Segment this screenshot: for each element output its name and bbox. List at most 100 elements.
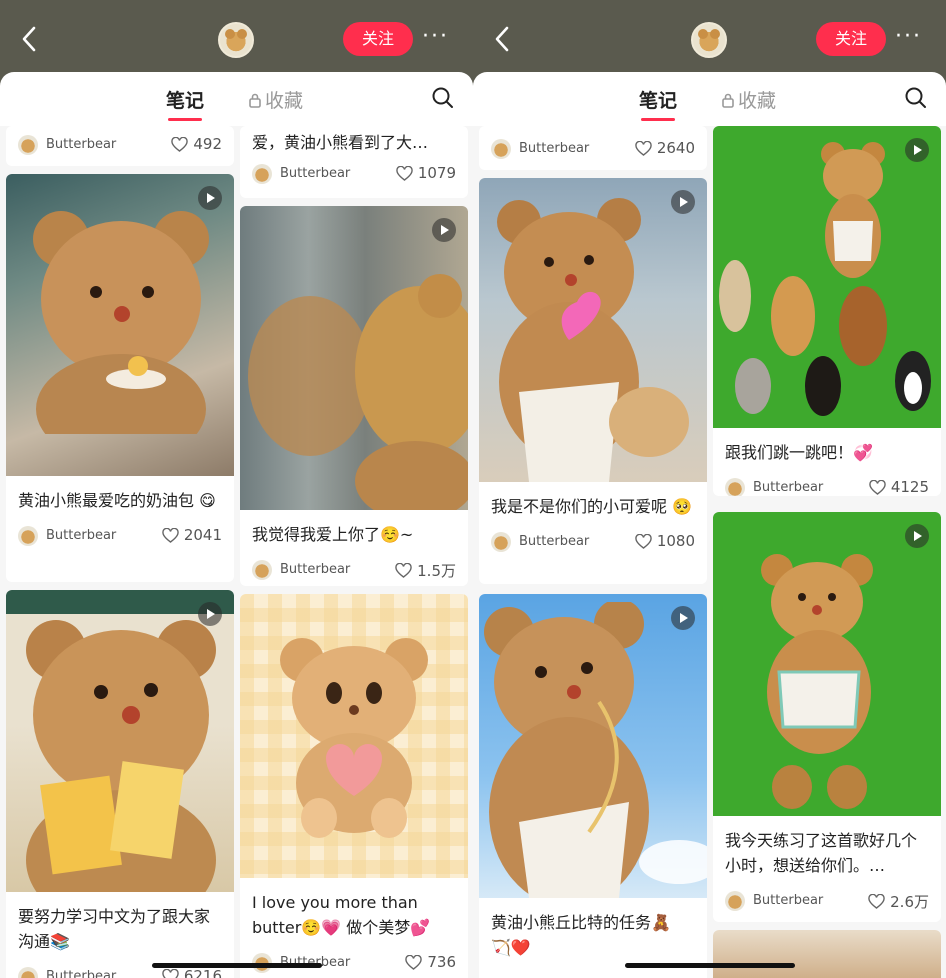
note-title: 我觉得我爱上你了☺️~	[252, 525, 414, 544]
like-button[interactable]: 1079	[396, 164, 456, 182]
author-name: Butterbear	[753, 480, 824, 495]
author-avatar	[18, 967, 38, 978]
note-title: I love you more than butter☺️💗 做个美梦💕	[252, 893, 431, 937]
bear-mascot-image	[280, 638, 428, 838]
profile-avatar[interactable]	[691, 22, 727, 58]
heart-icon	[171, 136, 189, 152]
like-button[interactable]: 1080	[635, 532, 695, 550]
author-name: Butterbear	[519, 141, 590, 156]
more-options-button[interactable]: ···	[422, 26, 458, 50]
tab-collections[interactable]: 收藏	[721, 86, 776, 113]
note-card[interactable]: 黄油小熊丘比特的任务🧸 🏹❤️	[479, 594, 707, 978]
note-title: 黄油小熊最爱吃的奶油包 😋	[18, 491, 216, 510]
top-nav-bar: 关注 ···	[473, 0, 946, 78]
video-play-icon	[198, 186, 222, 210]
note-card[interactable]: 跟我们跳一跳吧！💞 Butterbear 4125	[713, 126, 941, 496]
like-count: 1080	[656, 532, 695, 550]
heart-icon	[395, 563, 412, 578]
note-title: 跟我们跳一跳吧！💞	[725, 443, 873, 462]
note-card[interactable]: I love you more than butter☺️💗 做个美梦💕 But…	[240, 594, 468, 978]
heart-icon	[162, 527, 179, 543]
card-meta: Butterbear 492	[6, 128, 234, 162]
tab-bar: 笔记 收藏	[0, 72, 473, 126]
notes-feed: Butterbear 492 黄油小熊最爱吃的奶油包 😋 Butterbear …	[0, 126, 473, 978]
bear-mascot-image	[761, 554, 873, 809]
like-button[interactable]: 6216	[162, 967, 222, 978]
card-meta: Butterbear 1079	[240, 157, 468, 191]
follow-button[interactable]: 关注	[343, 22, 413, 56]
note-card[interactable]: 我是不是你们的小可爱呢 🥺 Butterbear 1080	[479, 178, 707, 584]
card-meta: Butterbear 2.6万	[713, 884, 941, 918]
note-title: 我是不是你们的小可爱呢 🥺	[491, 497, 693, 516]
search-button[interactable]	[904, 86, 928, 110]
back-button[interactable]	[491, 24, 515, 54]
phone-screen-right: 关注 ··· 笔记 收藏 Butterbear 2640 我是不是你们的小可爱呢…	[473, 0, 946, 978]
note-cover-image[interactable]	[713, 126, 941, 428]
note-card[interactable]: 要努力学习中文为了跟大家沟通📚 Butterbear 6216	[6, 590, 234, 978]
tab-collections-label: 收藏	[738, 90, 777, 112]
video-play-icon	[432, 218, 456, 242]
like-count: 492	[193, 135, 222, 153]
note-cover-image[interactable]	[713, 930, 941, 978]
video-play-icon	[198, 602, 222, 626]
note-card[interactable]	[713, 930, 941, 978]
profile-avatar[interactable]	[218, 22, 254, 58]
tab-notes[interactable]: 笔记	[166, 86, 204, 121]
note-card[interactable]: 我觉得我爱上你了☺️~ Butterbear 1.5万	[240, 206, 468, 586]
content-sheet: 笔记 收藏 Butterbear 492 黄油小熊最爱吃的奶油包 😋 Butte…	[0, 72, 473, 978]
note-card[interactable]: 我今天练习了这首歌好几个小时，想送给你们。… Butterbear 2.6万	[713, 512, 941, 922]
video-play-icon	[905, 524, 929, 548]
chevron-left-icon	[22, 26, 36, 52]
like-count: 736	[427, 953, 456, 971]
lock-icon	[722, 93, 734, 108]
note-card[interactable]: 爱，黄油小熊看到了大… Butterbear 1079	[240, 126, 468, 198]
like-button[interactable]: 492	[171, 135, 222, 153]
like-button[interactable]: 4125	[869, 478, 929, 496]
author-avatar	[725, 478, 745, 496]
like-count: 1079	[417, 164, 456, 182]
note-title: 黄油小熊丘比特的任务🧸 🏹❤️	[491, 913, 671, 957]
note-cover-image[interactable]	[713, 512, 941, 816]
note-cover-image[interactable]	[240, 594, 468, 878]
tab-collections[interactable]: 收藏	[248, 86, 303, 113]
home-indicator	[152, 963, 322, 968]
tab-notes[interactable]: 笔记	[639, 86, 677, 121]
back-button[interactable]	[18, 24, 42, 54]
bear-mascot-image	[497, 198, 689, 482]
follow-button[interactable]: 关注	[816, 22, 886, 56]
author-name: Butterbear	[46, 137, 117, 152]
bear-mascot-image	[248, 274, 468, 510]
note-card[interactable]: 黄油小熊最爱吃的奶油包 😋 Butterbear 2041	[6, 174, 234, 582]
like-button[interactable]: 1.5万	[395, 560, 456, 581]
content-sheet: 笔记 收藏 Butterbear 2640 我是不是你们的小可爱呢 🥺 Butt…	[473, 72, 946, 978]
like-count: 6216	[183, 967, 222, 978]
phone-screen-left: 关注 ··· 笔记 收藏 Butterbear 492 黄油小熊最爱吃的奶油包 …	[0, 0, 473, 978]
video-play-icon	[671, 606, 695, 630]
notes-feed: Butterbear 2640 我是不是你们的小可爱呢 🥺 Butterbear…	[473, 126, 946, 978]
note-card[interactable]: Butterbear 2640	[479, 126, 707, 170]
heart-icon	[405, 954, 423, 970]
chevron-left-icon	[495, 26, 509, 52]
lock-icon	[249, 93, 261, 108]
like-button[interactable]: 2041	[162, 526, 222, 544]
author-avatar	[491, 532, 511, 552]
note-cover-image[interactable]	[479, 178, 707, 482]
note-card[interactable]: Butterbear 492	[6, 126, 234, 166]
more-options-button[interactable]: ···	[895, 26, 931, 50]
author-avatar	[725, 891, 745, 911]
card-meta: Butterbear 2041	[6, 519, 234, 553]
author-name: Butterbear	[46, 528, 117, 543]
note-cover-image[interactable]	[479, 594, 707, 898]
note-cover-image[interactable]	[6, 590, 234, 892]
search-button[interactable]	[431, 86, 455, 110]
heart-icon	[635, 140, 652, 156]
note-cover-image[interactable]	[6, 174, 234, 476]
author-name: Butterbear	[280, 562, 351, 577]
search-icon	[432, 87, 453, 108]
search-icon	[905, 87, 926, 108]
note-cover-image[interactable]	[240, 206, 468, 510]
like-button[interactable]: 2640	[635, 139, 695, 157]
like-button[interactable]: 736	[405, 953, 456, 971]
like-button[interactable]: 2.6万	[868, 891, 929, 912]
author-name: Butterbear	[753, 893, 824, 908]
